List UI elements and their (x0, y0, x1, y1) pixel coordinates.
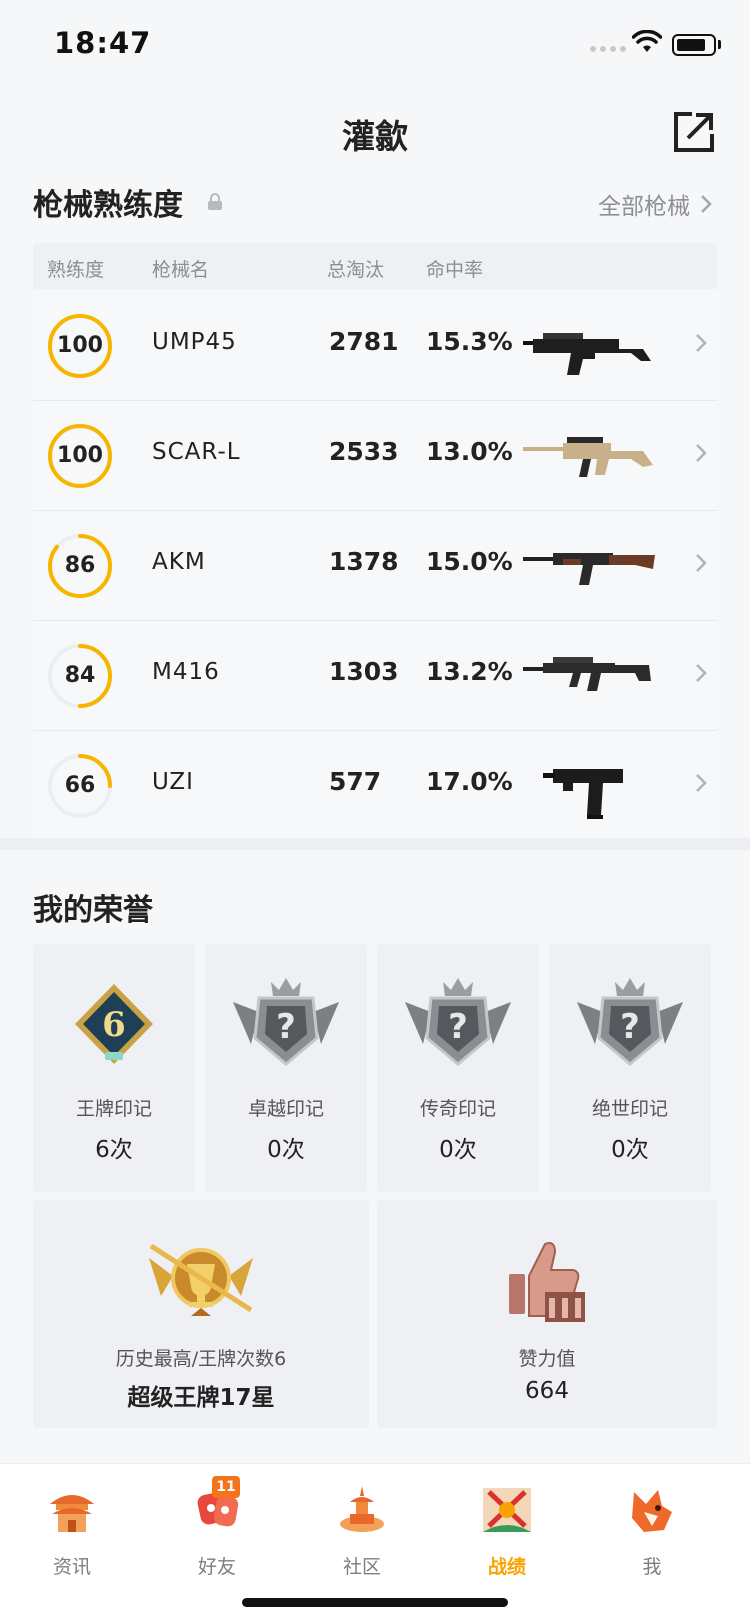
weapon-hit-rate: 15.0% (426, 547, 513, 576)
honor-mark-card[interactable]: 6 王牌印记 6次 (33, 944, 195, 1192)
rifle-scar-icon (523, 437, 653, 477)
rifle-m416-icon (523, 657, 651, 691)
smg-ump45-icon (523, 333, 651, 375)
unknown-mark-symbol: ? (276, 1007, 296, 1047)
tab-fox-profile[interactable]: 我 (607, 1482, 697, 1579)
share-icon[interactable] (672, 110, 716, 154)
honor-mark-card[interactable]: ? 绝世印记 0次 (549, 944, 711, 1192)
chevron-right-icon (696, 444, 707, 462)
honor-mark-count: 0次 (439, 1137, 477, 1163)
weapon-row[interactable]: 84 M416 1303 13.2% (33, 621, 717, 731)
weapon-kills: 1303 (329, 657, 399, 686)
tab-label: 战绩 (487, 1556, 526, 1578)
proficiency-value: 100 (57, 443, 103, 468)
weapon-kills: 1378 (329, 547, 399, 576)
honor-mark-label: 传奇印记 (419, 1098, 496, 1120)
wifi-icon (632, 30, 662, 52)
honor-mark-card[interactable]: ? 传奇印记 0次 (377, 944, 539, 1192)
chevron-right-icon (696, 334, 707, 352)
excellence-mark-icon: ? (233, 978, 339, 1066)
likes-card[interactable]: 赞力值 664 (377, 1200, 717, 1428)
weapon-name: UZI (152, 769, 194, 795)
tab-community[interactable]: 社区 (317, 1482, 407, 1579)
honor-mark-label: 绝世印记 (591, 1098, 668, 1120)
honor-section-title: 我的荣誉 (33, 893, 153, 928)
weapon-name: UMP45 (152, 329, 237, 355)
battle-record-icon (483, 1488, 531, 1532)
status-time: 18:47 (54, 26, 152, 60)
highest-rank-value: 超级王牌17星 (127, 1385, 275, 1411)
signal-icon (590, 46, 626, 52)
weapon-table-header: 熟练度 枪械名 总淘汰 命中率 (33, 243, 717, 289)
super-ace-badge-icon (149, 1243, 253, 1316)
honor-mark-count: 0次 (611, 1137, 649, 1163)
weapon-name: SCAR-L (152, 439, 241, 465)
unknown-mark-symbol: ? (620, 1007, 640, 1047)
tab-label: 我 (642, 1556, 662, 1578)
column-proficiency: 熟练度 (47, 259, 105, 281)
highest-rank-label: 历史最高/王牌次数6 (115, 1348, 287, 1370)
tab-label: 资讯 (52, 1556, 91, 1578)
chevron-right-icon (696, 664, 707, 682)
weapon-row[interactable]: 86 AKM 1378 15.0% (33, 511, 717, 621)
honor-mark-label: 王牌印记 (75, 1098, 152, 1120)
proficiency-value: 84 (64, 663, 96, 688)
tab-friends[interactable]: 11 好友 (172, 1476, 262, 1579)
rifle-akm-icon (523, 553, 655, 585)
column-kills: 总淘汰 (327, 259, 385, 281)
peerless-mark-icon: ? (577, 978, 683, 1066)
weapon-row[interactable]: 100 SCAR-L 2533 13.0% (33, 401, 717, 511)
proficiency-value: 100 (57, 333, 103, 358)
unknown-mark-symbol: ? (448, 1007, 468, 1047)
weapon-row[interactable]: 66 UZI 577 17.0% (33, 731, 717, 841)
status-bar: 18:47 (0, 0, 750, 88)
battery-icon (672, 34, 716, 56)
weapon-kills: 577 (329, 767, 382, 796)
smg-uzi-icon (543, 769, 623, 819)
weapon-section-title: 枪械熟练度 (33, 188, 183, 223)
weapon-kills: 2781 (329, 327, 399, 356)
legend-mark-icon: ? (405, 978, 511, 1066)
weapon-kills: 2533 (329, 437, 399, 466)
column-weapon-name: 枪械名 (152, 259, 210, 281)
tab-battle-record[interactable]: 战绩 (462, 1482, 552, 1579)
weapon-name: AKM (152, 549, 206, 575)
lock-icon[interactable] (207, 193, 223, 211)
chevron-right-icon (696, 554, 707, 572)
honor-mark-card[interactable]: ? 卓越印记 0次 (205, 944, 367, 1192)
tab-pavilion[interactable]: 资讯 (27, 1482, 117, 1579)
honor-mark-count: 6次 (95, 1137, 133, 1163)
thumbs-up-icon (509, 1242, 585, 1322)
weapon-hit-rate: 17.0% (426, 767, 513, 796)
tab-label: 社区 (342, 1556, 381, 1578)
weapon-hit-rate: 15.3% (426, 327, 513, 356)
tab-label: 好友 (197, 1556, 236, 1578)
home-indicator[interactable] (242, 1598, 508, 1607)
likes-label: 赞力值 (518, 1348, 576, 1370)
highest-rank-card[interactable]: 历史最高/王牌次数6 超级王牌17星 (33, 1200, 369, 1428)
weapon-name: M416 (152, 659, 220, 685)
proficiency-value: 66 (64, 773, 96, 798)
weapon-hit-rate: 13.2% (426, 657, 513, 686)
weapon-hit-rate: 13.0% (426, 437, 513, 466)
honor-mark-label: 卓越印记 (247, 1098, 324, 1120)
ace-mark-icon: 6 (75, 984, 153, 1064)
fox-profile-icon (632, 1490, 672, 1532)
chevron-right-icon (696, 774, 707, 792)
honor-mark-count: 0次 (267, 1137, 305, 1163)
chevron-right-icon (701, 195, 712, 213)
section-divider (0, 838, 750, 850)
community-icon (340, 1486, 384, 1532)
pavilion-icon (50, 1495, 94, 1532)
column-hit-rate: 命中率 (426, 259, 484, 281)
proficiency-value: 86 (64, 553, 96, 578)
all-weapons-link[interactable]: 全部枪械 (598, 187, 712, 221)
page-title: 灌歙 (342, 117, 408, 156)
all-weapons-label: 全部枪械 (598, 194, 690, 220)
notification-badge: 11 (212, 1476, 240, 1498)
ace-mark-number: 6 (102, 1005, 126, 1045)
weapon-row[interactable]: 100 UMP45 2781 15.3% (33, 291, 717, 401)
likes-value: 664 (525, 1378, 569, 1404)
